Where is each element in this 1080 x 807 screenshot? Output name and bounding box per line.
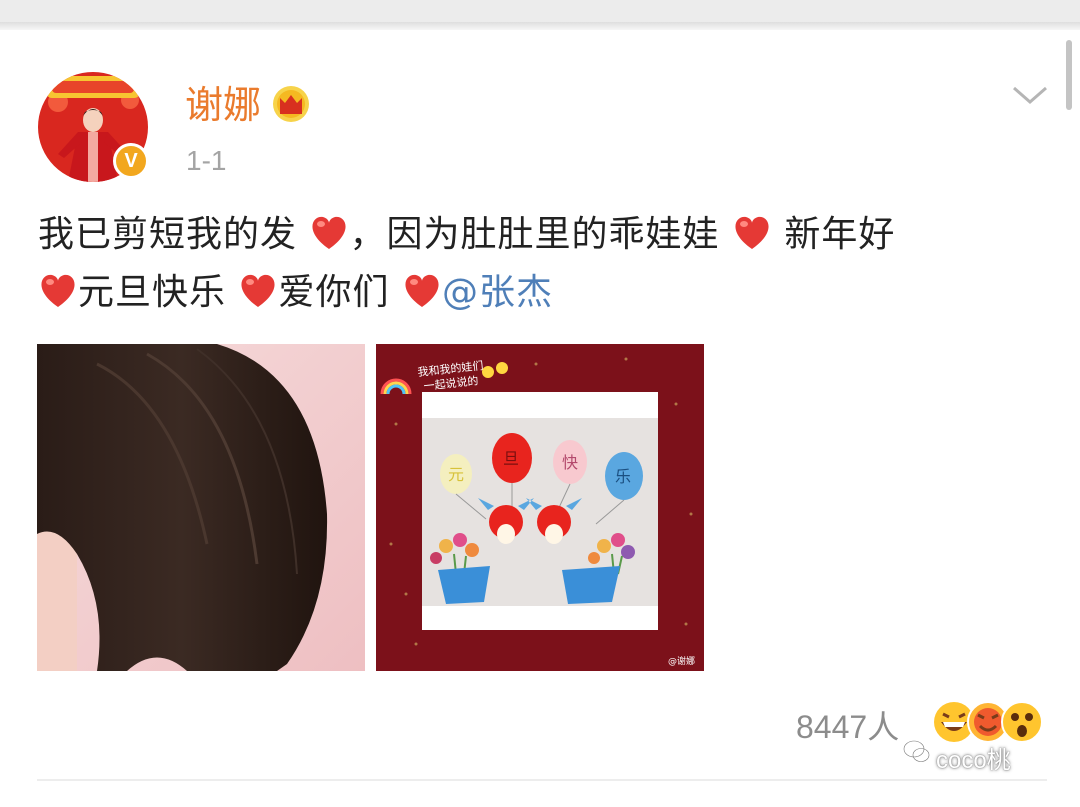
heart-icon bbox=[41, 274, 75, 307]
post-divider bbox=[37, 779, 1047, 781]
chevron-down-icon[interactable] bbox=[1010, 82, 1050, 106]
watermark-text: coco桃 bbox=[936, 747, 1011, 774]
top-separator bbox=[0, 22, 1080, 30]
card-watermark: @谢娜 bbox=[668, 655, 695, 667]
status-band bbox=[0, 0, 1080, 22]
heart-icon bbox=[312, 216, 347, 249]
post-text-segment: 新年好 bbox=[784, 214, 896, 255]
balloon-label: 快 bbox=[562, 453, 578, 472]
heart-icon bbox=[735, 216, 769, 249]
post-text-segment: 我已剪短我的发 bbox=[38, 214, 298, 255]
balloon-label: 乐 bbox=[615, 467, 631, 486]
crown-icon bbox=[273, 86, 309, 122]
mention-link[interactable]: @张杰 bbox=[442, 272, 553, 313]
wechat-icon bbox=[903, 740, 930, 763]
scrollbar[interactable] bbox=[1066, 40, 1072, 110]
heart-icon bbox=[405, 274, 439, 307]
post-image-hair[interactable] bbox=[37, 344, 365, 671]
post-time: 1-1 bbox=[186, 145, 227, 176]
post-text-segment: 元旦快乐 bbox=[78, 272, 227, 313]
post-text-segment: 爱你们 bbox=[278, 272, 390, 313]
username[interactable]: 谢娜 bbox=[185, 80, 261, 130]
balloon-label: 旦 bbox=[503, 449, 519, 468]
verified-badge-icon: V bbox=[113, 143, 149, 179]
post-text-segment: ，因为肚肚里的乖娃娃 bbox=[349, 214, 720, 255]
likes-count[interactable]: 8447人 bbox=[796, 702, 899, 748]
balloon-label: 元 bbox=[448, 465, 464, 484]
post-text: 我已剪短我的发 ，因为肚肚里的乖娃娃 新年好 元旦快乐 爱你们 @张杰 bbox=[38, 206, 1048, 322]
heart-icon bbox=[241, 274, 276, 307]
surprised-emoji-icon[interactable] bbox=[1000, 700, 1044, 744]
post-image-card[interactable]: 我和我的娃们 一起说说的 元 旦 快 乐 @谢娜 bbox=[376, 344, 704, 671]
